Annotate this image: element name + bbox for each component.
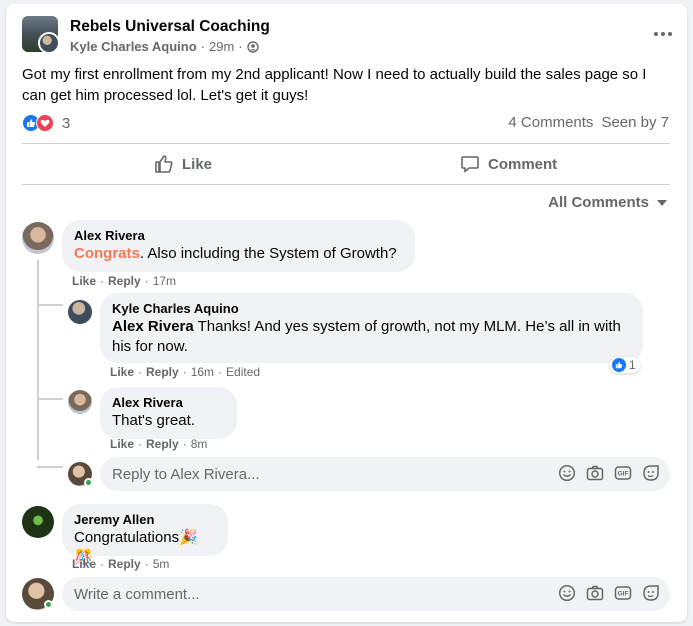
comment-like-link[interactable]: Like: [110, 365, 134, 379]
comment-author[interactable]: Jeremy Allen: [74, 512, 216, 528]
sticker-icon[interactable]: [642, 464, 660, 482]
divider: [22, 184, 670, 185]
svg-text:GIF: GIF: [618, 591, 629, 598]
group-avatar[interactable]: [22, 16, 60, 54]
like-icon: [155, 155, 173, 173]
comment-actions: Like · Reply · 17m: [72, 274, 177, 288]
comment-like-link[interactable]: Like: [110, 437, 134, 451]
chevron-down-icon: [657, 199, 667, 206]
comment-input-container[interactable]: GIF: [62, 577, 670, 611]
reaction-count: 3: [62, 114, 71, 132]
sticker-icon[interactable]: [642, 584, 660, 602]
audience-icon: [246, 40, 259, 53]
input-icons: GIF: [558, 464, 660, 482]
comment-reply-link[interactable]: Reply: [146, 437, 179, 451]
comment-bubble: Jeremy Allen Congratulations🎉🎊: [62, 504, 228, 566]
like-button[interactable]: Like: [154, 146, 212, 182]
gif-icon[interactable]: GIF: [614, 584, 632, 602]
comment-input[interactable]: [74, 585, 474, 603]
comment-text: Alex Rivera Thanks! And yes system of gr…: [112, 318, 621, 355]
comment-bubble: Alex Rivera That's great.: [100, 387, 237, 439]
avatar[interactable]: [22, 506, 54, 538]
reactions-summary[interactable]: 3: [22, 114, 70, 132]
comment-like-link[interactable]: Like: [72, 557, 96, 571]
avatar[interactable]: [68, 300, 92, 324]
comment-text: Congrats. Also including the System of G…: [74, 245, 397, 262]
edited-label: Edited: [226, 365, 261, 379]
avatar[interactable]: [22, 222, 54, 254]
comment-author[interactable]: Alex Rivera: [74, 228, 403, 244]
reply-input-container[interactable]: GIF: [100, 457, 670, 491]
comment-reaction-count[interactable]: 1: [610, 357, 640, 373]
comment-reply-link[interactable]: Reply: [146, 365, 179, 379]
divider: [22, 143, 670, 144]
comment-author[interactable]: Alex Rivera: [112, 395, 225, 411]
gif-icon[interactable]: GIF: [614, 464, 632, 482]
post-card: Rebels Universal Coaching Kyle Charles A…: [6, 4, 687, 622]
comment-like-link[interactable]: Like: [72, 274, 96, 288]
emoji-icon[interactable]: [558, 584, 576, 602]
thread-line: [37, 260, 39, 460]
thread-branch: [37, 398, 63, 400]
post-meta: Kyle Charles Aquino · 29m ·: [70, 39, 259, 54]
emoji-icon[interactable]: [558, 464, 576, 482]
comment-filter-dropdown[interactable]: All Comments: [548, 194, 667, 211]
post-stats: 4 Comments Seen by 7: [508, 114, 669, 131]
comment-time[interactable]: 17m: [153, 274, 176, 288]
online-status-icon: [44, 600, 53, 609]
comment-actions: Like · Reply · 16m · Edited: [110, 365, 261, 379]
comment-text: That's great.: [112, 412, 195, 429]
svg-text:GIF: GIF: [618, 471, 629, 478]
comment-button[interactable]: Comment: [460, 146, 557, 182]
thread-branch: [37, 466, 63, 468]
post-time[interactable]: 29m: [209, 39, 234, 54]
online-status-icon: [84, 478, 93, 487]
camera-icon[interactable]: [586, 584, 604, 602]
post-text: Got my first enrollment from my 2nd appl…: [22, 66, 647, 104]
comment-reply-link[interactable]: Reply: [108, 557, 141, 571]
comment-actions: Like · Reply · 8m: [110, 437, 208, 451]
reply-input[interactable]: [112, 465, 512, 483]
comment-icon: [461, 156, 479, 173]
mention[interactable]: Alex Rivera: [112, 318, 194, 335]
more-options-icon[interactable]: [651, 22, 675, 46]
comment-bubble: Alex Rivera Congrats. Also including the…: [62, 220, 415, 272]
comment-actions: Like · Reply · 5m: [72, 557, 170, 571]
seen-by[interactable]: Seen by 7: [601, 114, 669, 131]
comments-count[interactable]: 4 Comments: [508, 114, 593, 131]
comment-bubble: Kyle Charles Aquino Alex Rivera Thanks! …: [100, 293, 643, 363]
comment-reply-link[interactable]: Reply: [108, 274, 141, 288]
comment-time[interactable]: 16m: [191, 365, 214, 379]
love-reaction-icon: [36, 114, 54, 132]
group-name[interactable]: Rebels Universal Coaching: [70, 18, 270, 36]
input-icons: GIF: [558, 584, 660, 602]
post-author[interactable]: Kyle Charles Aquino: [70, 39, 197, 54]
camera-icon[interactable]: [586, 464, 604, 482]
comment-author[interactable]: Kyle Charles Aquino: [112, 301, 631, 317]
thread-branch: [37, 304, 63, 306]
comment-time[interactable]: 8m: [191, 437, 208, 451]
comment-time[interactable]: 5m: [153, 557, 170, 571]
avatar[interactable]: [68, 390, 92, 414]
like-reaction-icon: [612, 358, 626, 372]
